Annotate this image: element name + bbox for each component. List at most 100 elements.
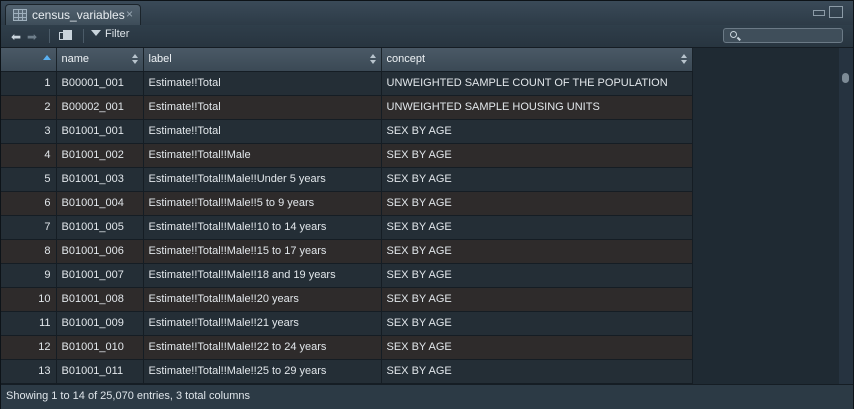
- sort-icon: [680, 54, 687, 64]
- arrow-left-icon[interactable]: ⬅: [11, 30, 21, 44]
- name-cell: B01001_007: [56, 263, 144, 288]
- table-row[interactable]: 6 B01001_004 Estimate!!Total!!Male!!5 to 9…: [1, 191, 693, 216]
- concept-cell: UNWEIGHTED SAMPLE COUNT OF THE POPULATIO…: [381, 71, 693, 96]
- close-tab-icon[interactable]: ×: [126, 7, 133, 21]
- sort-ascending-icon: [43, 55, 51, 60]
- label-cell: Estimate!!Total: [143, 95, 382, 120]
- sort-icon: [369, 54, 376, 64]
- concept-cell: SEX BY AGE: [381, 143, 693, 168]
- column-header-label: name: [61, 53, 90, 66]
- concept-cell: SEX BY AGE: [381, 335, 693, 360]
- table-row[interactable]: 11 B01001_009 Estimate!!Total!!Male!!21 ye…: [1, 311, 693, 336]
- header-row: name label concept: [1, 48, 693, 72]
- tab-bar: census_variables ×: [1, 1, 853, 26]
- table-row[interactable]: 3 B01001_001 Estimate!!Total SEX BY AGE: [1, 119, 693, 144]
- label-cell: Estimate!!Total!!Male!!10 to 14 years: [143, 215, 382, 240]
- row-number-cell: 9: [1, 263, 57, 288]
- column-header-label[interactable]: label: [143, 48, 382, 72]
- name-cell: B01001_009: [56, 311, 144, 336]
- filter-button[interactable]: Filter: [91, 28, 129, 44]
- data-viewer-window: census_variables × ⬅ ➡ Filter name label: [0, 0, 854, 409]
- tab-census-variables[interactable]: census_variables ×: [5, 4, 141, 25]
- toolbar-divider: [83, 29, 84, 43]
- table-row[interactable]: 13 B01001_011 Estimate!!Total!!Male!!25 to…: [1, 359, 693, 384]
- label-cell: Estimate!!Total!!Male!!Under 5 years: [143, 167, 382, 192]
- search-icon: [730, 31, 737, 38]
- name-cell: B00001_001: [56, 71, 144, 96]
- label-cell: Estimate!!Total!!Male!!18 and 19 years: [143, 263, 382, 288]
- table-row[interactable]: 5 B01001_003 Estimate!!Total!!Male!!Under …: [1, 167, 693, 192]
- name-cell: B00002_001: [56, 95, 144, 120]
- name-cell: B01001_010: [56, 335, 144, 360]
- column-header-label: label: [148, 53, 172, 66]
- row-number-cell: 4: [1, 143, 57, 168]
- vertical-scrollbar[interactable]: [839, 48, 853, 384]
- column-header-rownum[interactable]: [1, 48, 57, 72]
- name-cell: B01001_003: [56, 167, 144, 192]
- row-number-cell: 1: [1, 71, 57, 96]
- concept-cell: SEX BY AGE: [381, 191, 693, 216]
- row-number-cell: 2: [1, 95, 57, 120]
- row-number-cell: 13: [1, 359, 57, 384]
- row-number-cell: 3: [1, 119, 57, 144]
- concept-cell: SEX BY AGE: [381, 167, 693, 192]
- name-cell: B01001_004: [56, 191, 144, 216]
- name-cell: B01001_001: [56, 119, 144, 144]
- table-row[interactable]: 2 B00002_001 Estimate!!Total UNWEIGHTED SAM…: [1, 95, 693, 120]
- row-number-cell: 12: [1, 335, 57, 360]
- toolbar-divider: [49, 29, 50, 43]
- label-cell: Estimate!!Total!!Male!!22 to 24 years: [143, 335, 382, 360]
- status-text: Showing 1 to 14 of 25,070 entries, 3 tot…: [6, 390, 250, 402]
- name-cell: B01001_002: [56, 143, 144, 168]
- scrollbar-thumb[interactable]: [842, 73, 849, 83]
- label-cell: Estimate!!Total!!Male!!5 to 9 years: [143, 191, 382, 216]
- table-row[interactable]: 8 B01001_006 Estimate!!Total!!Male!!15 to …: [1, 239, 693, 264]
- concept-cell: SEX BY AGE: [381, 215, 693, 240]
- table-row[interactable]: 7 B01001_005 Estimate!!Total!!Male!!10 to …: [1, 215, 693, 240]
- concept-cell: UNWEIGHTED SAMPLE HOUSING UNITS: [381, 95, 693, 120]
- concept-cell: SEX BY AGE: [381, 287, 693, 312]
- concept-cell: SEX BY AGE: [381, 311, 693, 336]
- table-row[interactable]: 12 B01001_010 Estimate!!Total!!Male!!22 to…: [1, 335, 693, 360]
- label-cell: Estimate!!Total!!Male: [143, 143, 382, 168]
- label-cell: Estimate!!Total: [143, 71, 382, 96]
- label-cell: Estimate!!Total!!Male!!21 years: [143, 311, 382, 336]
- name-cell: B01001_005: [56, 215, 144, 240]
- column-header-concept[interactable]: concept: [381, 48, 693, 72]
- concept-cell: SEX BY AGE: [381, 239, 693, 264]
- table-row[interactable]: 1 B00001_001 Estimate!!Total UNWEIGHTED SAM…: [1, 71, 693, 96]
- sort-icon: [131, 54, 138, 64]
- concept-cell: SEX BY AGE: [381, 359, 693, 384]
- row-number-cell: 6: [1, 191, 57, 216]
- column-header-label: concept: [386, 53, 426, 66]
- name-cell: B01001_011: [56, 359, 144, 384]
- table-row[interactable]: 10 B01001_008 Estimate!!Total!!Male!!20 ye…: [1, 287, 693, 312]
- popout-icon[interactable]: [59, 30, 73, 42]
- search-input[interactable]: [723, 28, 843, 43]
- label-cell: Estimate!!Total!!Male!!20 years: [143, 287, 382, 312]
- minimize-pane-icon[interactable]: [813, 10, 825, 16]
- tab-title: census_variables: [32, 8, 125, 22]
- label-cell: Estimate!!Total!!Male!!25 to 29 years: [143, 359, 382, 384]
- name-cell: B01001_008: [56, 287, 144, 312]
- maximize-pane-icon[interactable]: [829, 6, 843, 18]
- label-cell: Estimate!!Total: [143, 119, 382, 144]
- name-cell: B01001_006: [56, 239, 144, 264]
- arrow-right-icon[interactable]: ➡: [27, 30, 37, 44]
- label-cell: Estimate!!Total!!Male!!15 to 17 years: [143, 239, 382, 264]
- filter-icon: [91, 30, 101, 37]
- row-number-cell: 7: [1, 215, 57, 240]
- row-number-cell: 5: [1, 167, 57, 192]
- column-header-name[interactable]: name: [56, 48, 144, 72]
- concept-cell: SEX BY AGE: [381, 263, 693, 288]
- table-row[interactable]: 9 B01001_007 Estimate!!Total!!Male!!18 and…: [1, 263, 693, 288]
- row-number-cell: 10: [1, 287, 57, 312]
- table-row[interactable]: 4 B01001_002 Estimate!!Total!!Male SEX BY A…: [1, 143, 693, 168]
- toolbar: ⬅ ➡ Filter: [1, 25, 853, 48]
- row-number-cell: 11: [1, 311, 57, 336]
- concept-cell: SEX BY AGE: [381, 119, 693, 144]
- data-table: name label concept 1 B00001_001 Estimate!!…: [1, 48, 839, 384]
- row-number-cell: 8: [1, 239, 57, 264]
- status-bar: Showing 1 to 14 of 25,070 entries, 3 tot…: [1, 384, 853, 409]
- filter-label: Filter: [105, 28, 130, 40]
